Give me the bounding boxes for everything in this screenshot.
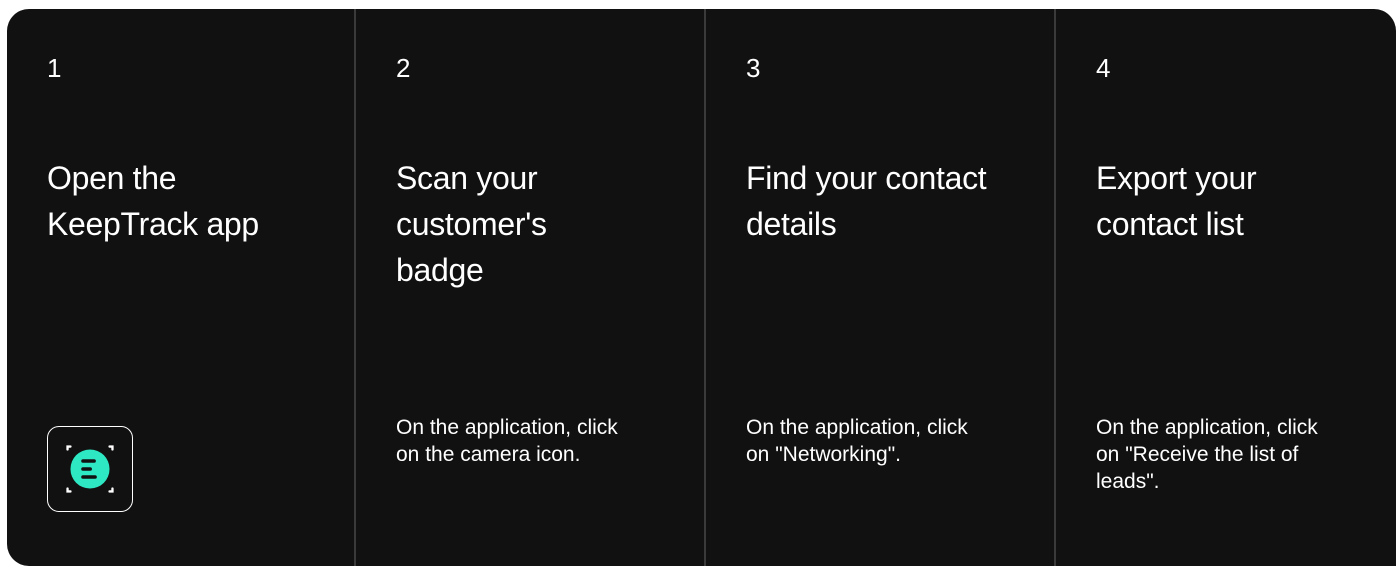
step-3: 3 Find your contact details On the appli… [704, 9, 1054, 566]
step-number: 2 [396, 53, 411, 83]
step-description: On the application, click on "Networking… [746, 416, 968, 466]
step-title: Find your contact details [746, 160, 987, 242]
steps-panel: 1 Open the KeepTrack app 2 Scan your cus… [7, 9, 1396, 566]
step-title: Open the KeepTrack app [47, 160, 259, 242]
step-number: 4 [1096, 53, 1111, 83]
step-description: On the application, click on the camera … [396, 416, 618, 466]
keeptrack-app-icon [47, 426, 133, 512]
step-description: On the application, click on "Receive th… [1096, 416, 1318, 493]
step-title: Scan your customer's badge [396, 160, 547, 288]
step-number: 1 [47, 53, 62, 83]
scan-frame-icon [66, 445, 114, 493]
step-number: 3 [746, 53, 761, 83]
step-1: 1 Open the KeepTrack app [7, 9, 354, 566]
step-title: Export your contact list [1096, 160, 1257, 242]
step-4: 4 Export your contact list On the applic… [1054, 9, 1396, 566]
step-2: 2 Scan your customer's badge On the appl… [354, 9, 704, 566]
